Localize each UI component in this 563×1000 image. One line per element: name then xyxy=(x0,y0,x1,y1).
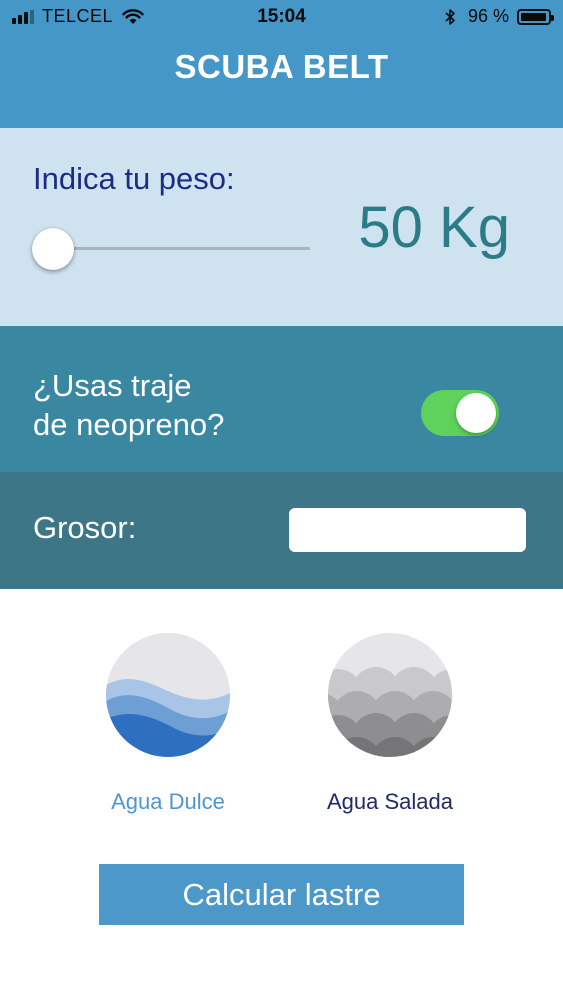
status-bar: TELCEL 15:04 96 % xyxy=(0,0,563,34)
weight-slider[interactable] xyxy=(32,228,310,270)
neoprene-question-line1: ¿Usas traje xyxy=(33,368,192,403)
status-right: 96 % xyxy=(444,6,554,27)
neoprene-question: ¿Usas traje de neopreno? xyxy=(33,366,333,444)
salt-water-option[interactable]: Agua Salada xyxy=(315,633,465,815)
salt-water-label[interactable]: Agua Salada xyxy=(315,789,465,815)
app-title: SCUBA BELT xyxy=(174,48,389,85)
weight-label: Indica tu peso: xyxy=(33,161,235,196)
calculate-button[interactable]: Calcular lastre xyxy=(99,864,464,925)
neoprene-section: ¿Usas traje de neopreno? xyxy=(0,326,563,472)
battery-percent: 96 % xyxy=(467,6,509,26)
weight-value: 50 Kg xyxy=(358,195,510,260)
slider-track[interactable] xyxy=(52,247,310,250)
battery-icon xyxy=(517,8,554,25)
neoprene-question-line2: de neopreno? xyxy=(33,407,225,442)
thickness-input[interactable] xyxy=(289,508,526,552)
thickness-label: Grosor: xyxy=(33,510,137,545)
toggle-knob[interactable] xyxy=(456,393,496,433)
slider-thumb[interactable] xyxy=(32,228,74,270)
fresh-water-label[interactable]: Agua Dulce xyxy=(93,789,243,815)
app-header: TELCEL 15:04 96 % SCUBA BELT xyxy=(0,0,563,128)
salt-water-scales-icon[interactable] xyxy=(328,633,452,757)
weight-section: Indica tu peso: 50 Kg xyxy=(0,128,563,326)
battery-fill xyxy=(521,12,546,21)
neoprene-toggle[interactable] xyxy=(421,390,499,436)
thickness-section: Grosor: xyxy=(0,472,563,589)
fresh-water-option[interactable]: Agua Dulce xyxy=(93,633,243,815)
fresh-water-wave-icon[interactable] xyxy=(106,633,230,757)
bluetooth-icon xyxy=(445,8,455,25)
